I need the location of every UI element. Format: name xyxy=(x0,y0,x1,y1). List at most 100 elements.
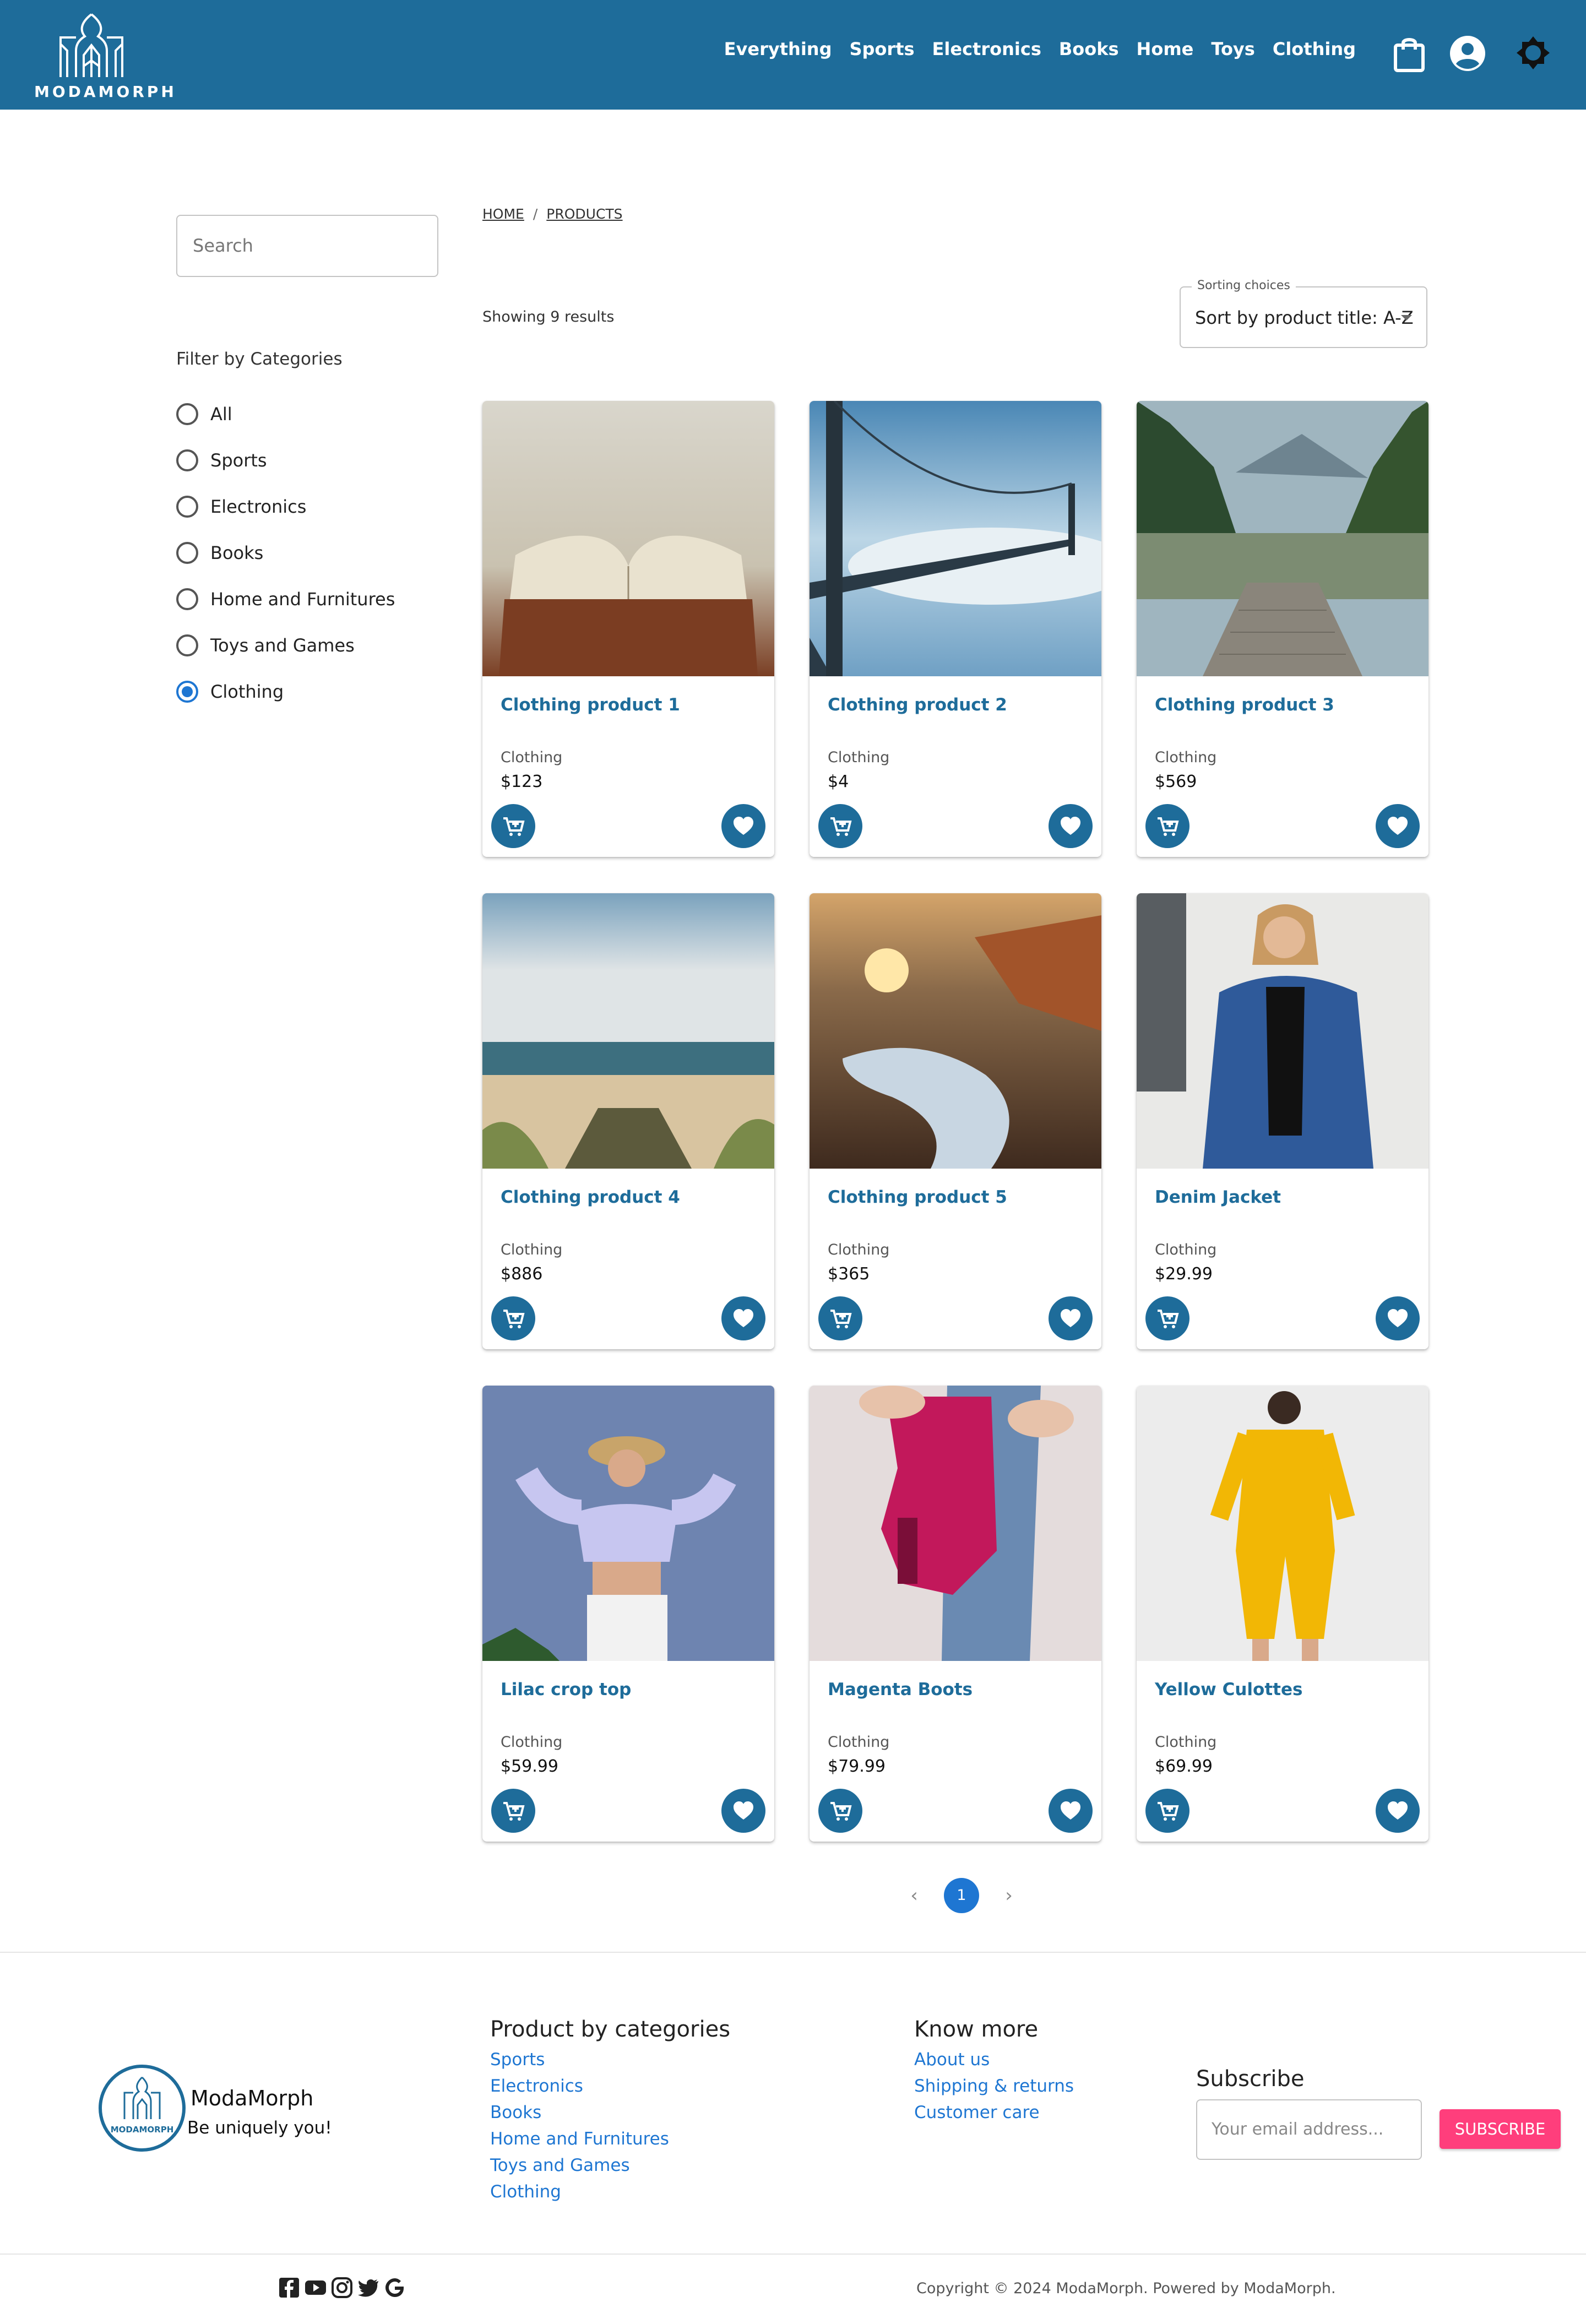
add-to-favorites-button[interactable] xyxy=(1049,1296,1093,1340)
subscribe-button[interactable]: SUBSCRIBE xyxy=(1440,2109,1561,2149)
add-to-cart-button[interactable] xyxy=(491,1296,535,1340)
twitter-icon[interactable] xyxy=(357,2277,379,2299)
radio-button[interactable] xyxy=(176,634,198,656)
add-to-favorites-button[interactable] xyxy=(1376,1789,1420,1833)
youtube-icon[interactable] xyxy=(305,2277,327,2299)
nav-electronics[interactable]: Electronics xyxy=(932,39,1041,59)
product-card[interactable]: Clothing product 1 Clothing $123 xyxy=(482,401,774,857)
footer-link-electronics[interactable]: Electronics xyxy=(490,2073,730,2099)
footer-link-clothing[interactable]: Clothing xyxy=(490,2179,730,2205)
breadcrumb-home[interactable]: HOME xyxy=(482,206,524,222)
footer-link-sports[interactable]: Sports xyxy=(490,2046,730,2073)
product-image xyxy=(810,401,1101,676)
product-card[interactable]: Magenta Boots Clothing $79.99 xyxy=(810,1386,1101,1842)
footer-link-about[interactable]: About us xyxy=(914,2046,1074,2073)
add-to-cart-button[interactable] xyxy=(1145,1789,1190,1833)
google-icon[interactable] xyxy=(384,2277,406,2299)
add-to-favorites-button[interactable] xyxy=(1376,804,1420,848)
product-card[interactable]: Clothing product 5 Clothing $365 xyxy=(810,893,1101,1349)
filter-all[interactable]: All xyxy=(176,391,395,437)
account-icon[interactable] xyxy=(1449,35,1486,72)
filter-books[interactable]: Books xyxy=(176,530,395,576)
radio-button[interactable] xyxy=(176,449,198,471)
add-to-cart-button[interactable] xyxy=(1145,804,1190,848)
radio-button[interactable] xyxy=(176,542,198,564)
product-title[interactable]: Clothing product 3 xyxy=(1155,695,1334,715)
footer-link-home[interactable]: Home and Furnitures xyxy=(490,2126,730,2152)
product-card[interactable]: Clothing product 3 Clothing $569 xyxy=(1137,401,1429,857)
footer-link-care[interactable]: Customer care xyxy=(914,2099,1074,2126)
page-1-button[interactable]: 1 xyxy=(944,1878,979,1913)
product-title[interactable]: Clothing product 5 xyxy=(828,1187,1007,1207)
add-to-favorites-button[interactable] xyxy=(721,1789,765,1833)
nav-books[interactable]: Books xyxy=(1059,39,1119,59)
search-input[interactable]: Search xyxy=(176,215,438,277)
filter-sports[interactable]: Sports xyxy=(176,437,395,484)
nav-home[interactable]: Home xyxy=(1137,39,1194,59)
subscribe-title: Subscribe xyxy=(1196,2066,1305,2092)
nav-clothing[interactable]: Clothing xyxy=(1273,39,1356,59)
add-to-cart-button[interactable] xyxy=(818,804,862,848)
footer-link-toys[interactable]: Toys and Games xyxy=(490,2152,730,2179)
product-card[interactable]: Denim Jacket Clothing $29.99 xyxy=(1137,893,1429,1349)
footer-logo[interactable]: MODAMORPH xyxy=(98,2064,186,2152)
logo-emblem-icon xyxy=(59,13,123,77)
add-to-cart-button[interactable] xyxy=(491,804,535,848)
heart-icon xyxy=(1388,1801,1408,1820)
add-to-favorites-button[interactable] xyxy=(721,1296,765,1340)
next-page-button[interactable]: › xyxy=(998,1885,1020,1907)
filter-electronics[interactable]: Electronics xyxy=(176,484,395,530)
add-to-cart-button[interactable] xyxy=(818,1296,862,1340)
product-category: Clothing xyxy=(501,1734,563,1751)
nav-everything[interactable]: Everything xyxy=(724,39,832,59)
footer-logo-text: MODAMORPH xyxy=(111,2125,174,2135)
add-to-cart-button[interactable] xyxy=(491,1789,535,1833)
product-category: Clothing xyxy=(828,1734,890,1751)
footer-link-books[interactable]: Books xyxy=(490,2099,730,2126)
heart-icon xyxy=(1388,1309,1408,1327)
theme-toggle-icon[interactable] xyxy=(1516,35,1551,70)
product-title[interactable]: Magenta Boots xyxy=(828,1680,973,1699)
filter-home[interactable]: Home and Furnitures xyxy=(176,576,395,622)
product-title[interactable]: Clothing product 1 xyxy=(501,695,680,715)
add-to-favorites-button[interactable] xyxy=(721,804,765,848)
add-to-favorites-button[interactable] xyxy=(1376,1296,1420,1340)
filter-clothing[interactable]: Clothing xyxy=(176,669,395,715)
heart-icon xyxy=(734,817,753,835)
add-to-cart-button[interactable] xyxy=(818,1789,862,1833)
add-to-favorites-button[interactable] xyxy=(1049,804,1093,848)
product-title[interactable]: Yellow Culottes xyxy=(1155,1680,1302,1699)
shopping-bag-icon[interactable] xyxy=(1393,35,1425,73)
product-card[interactable]: Lilac crop top Clothing $59.99 xyxy=(482,1386,774,1842)
radio-button[interactable] xyxy=(176,496,198,518)
product-title[interactable]: Clothing product 2 xyxy=(828,695,1007,715)
radio-button[interactable] xyxy=(176,588,198,610)
add-cart-icon xyxy=(1158,817,1179,836)
product-title[interactable]: Clothing product 4 xyxy=(501,1187,680,1207)
product-price: $4 xyxy=(828,772,849,791)
prev-page-button[interactable]: ‹ xyxy=(903,1885,925,1907)
radio-button[interactable] xyxy=(176,403,198,425)
product-price: $79.99 xyxy=(828,1757,886,1776)
product-image xyxy=(482,1386,774,1661)
product-title[interactable]: Denim Jacket xyxy=(1155,1187,1281,1207)
filter-toys[interactable]: Toys and Games xyxy=(176,622,395,669)
add-cart-icon xyxy=(830,1802,852,1821)
product-card[interactable]: Clothing product 4 Clothing $886 xyxy=(482,893,774,1349)
nav-sports[interactable]: Sports xyxy=(849,39,914,59)
radio-button-selected[interactable] xyxy=(176,681,198,703)
product-title[interactable]: Lilac crop top xyxy=(501,1680,631,1699)
product-category: Clothing xyxy=(501,749,563,766)
facebook-icon[interactable] xyxy=(278,2277,300,2299)
add-to-cart-button[interactable] xyxy=(1145,1296,1190,1340)
product-card[interactable]: Yellow Culottes Clothing $69.99 xyxy=(1137,1386,1429,1842)
footer-link-shipping[interactable]: Shipping & returns xyxy=(914,2073,1074,2099)
nav-toys[interactable]: Toys xyxy=(1211,39,1254,59)
breadcrumb-products[interactable]: PRODUCTS xyxy=(546,206,622,222)
email-input[interactable]: Your email address... xyxy=(1196,2099,1422,2160)
brand-logo[interactable]: MODAMORPH xyxy=(34,11,174,102)
add-to-favorites-button[interactable] xyxy=(1049,1789,1093,1833)
instagram-icon[interactable] xyxy=(331,2277,353,2299)
sort-select[interactable]: Sorting choices Sort by product title: A… xyxy=(1180,279,1427,348)
product-card[interactable]: Clothing product 2 Clothing $4 xyxy=(810,401,1101,857)
